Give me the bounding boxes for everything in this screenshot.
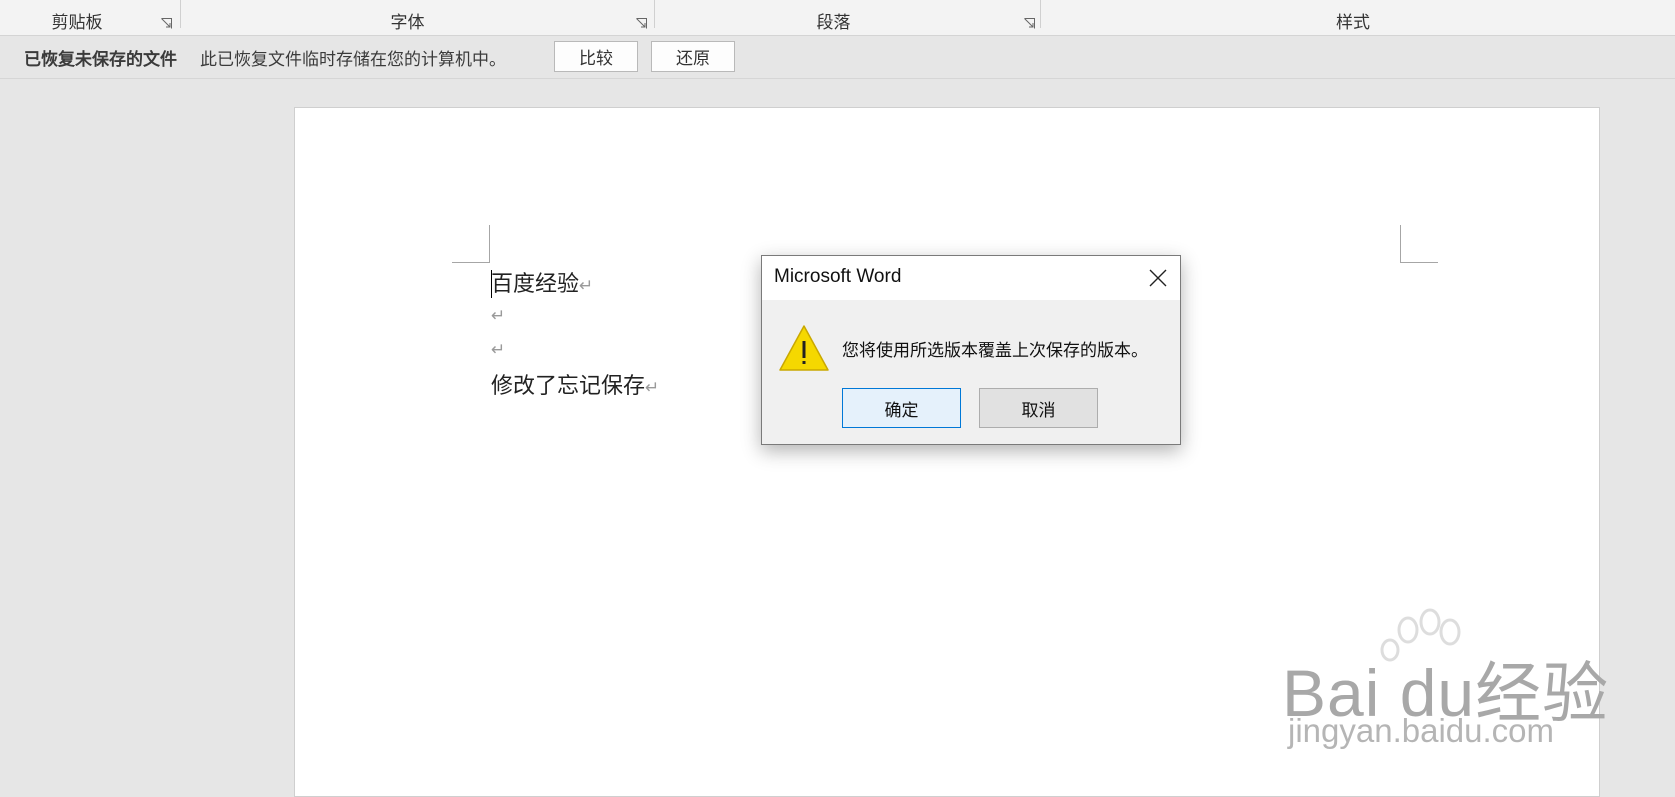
crop-mark bbox=[489, 225, 490, 263]
ribbon-group-paragraph: 段落 bbox=[655, 0, 1040, 35]
document-paragraph[interactable]: 百度经验↵ bbox=[491, 266, 593, 298]
warning-icon bbox=[778, 324, 830, 376]
ribbon-group-bar: 剪贴板 字体 段落 样式 bbox=[0, 0, 1675, 36]
paragraph-text: 修改了忘记保存 bbox=[491, 374, 646, 399]
dialog-launcher-icon[interactable] bbox=[161, 18, 172, 29]
paragraph-mark-icon: ↵ bbox=[491, 340, 506, 360]
recovery-message-bar: 已恢复未保存的文件 此已恢复文件临时存储在您的计算机中。 比较 还原 bbox=[0, 36, 1675, 79]
dialog-titlebar[interactable]: Microsoft Word bbox=[762, 256, 1180, 300]
ok-button[interactable]: 确定 bbox=[842, 388, 961, 428]
crop-mark bbox=[1400, 225, 1401, 263]
ribbon-group-styles: 样式 bbox=[1041, 0, 1675, 35]
crop-mark bbox=[452, 262, 490, 263]
dialog-message: 您将使用所选版本覆盖上次保存的版本。 bbox=[842, 341, 1148, 361]
cancel-button[interactable]: 取消 bbox=[979, 388, 1098, 428]
paragraph-mark-icon: ↵ bbox=[645, 378, 660, 398]
document-paragraph[interactable]: 修改了忘记保存↵ bbox=[491, 368, 659, 400]
dialog-title: Microsoft Word bbox=[774, 266, 902, 287]
ribbon-group-label: 段落 bbox=[816, 13, 851, 33]
ribbon-group-clipboard: 剪贴板 bbox=[0, 0, 180, 35]
dialog-launcher-icon[interactable] bbox=[636, 18, 647, 29]
watermark-url: jingyan.baidu.com bbox=[1288, 712, 1554, 749]
ribbon-group-label: 字体 bbox=[390, 13, 425, 33]
message-bar-title: 已恢复未保存的文件 bbox=[24, 49, 177, 70]
document-paragraph[interactable]: ↵ bbox=[491, 336, 505, 361]
ribbon-group-font: 字体 bbox=[181, 0, 654, 35]
close-icon bbox=[1149, 269, 1167, 287]
restore-button[interactable]: 还原 bbox=[651, 41, 735, 72]
compare-button[interactable]: 比较 bbox=[554, 41, 638, 72]
dialog-launcher-icon[interactable] bbox=[1024, 18, 1035, 29]
close-button[interactable] bbox=[1144, 264, 1172, 292]
paragraph-mark-icon: ↵ bbox=[579, 276, 594, 296]
document-paragraph[interactable]: ↵ bbox=[491, 302, 505, 327]
crop-mark bbox=[1400, 262, 1438, 263]
paragraph-text: 百度经验 bbox=[491, 272, 580, 297]
message-bar-text: 此已恢复文件临时存储在您的计算机中。 bbox=[200, 49, 506, 70]
confirm-dialog: Microsoft Word 您将使用所选版本覆盖上次保存的版本。 确定 取消 bbox=[761, 255, 1181, 445]
ribbon-group-label: 样式 bbox=[1336, 13, 1370, 33]
paragraph-mark-icon: ↵ bbox=[491, 306, 506, 326]
ribbon-group-label: 剪贴板 bbox=[51, 13, 103, 33]
